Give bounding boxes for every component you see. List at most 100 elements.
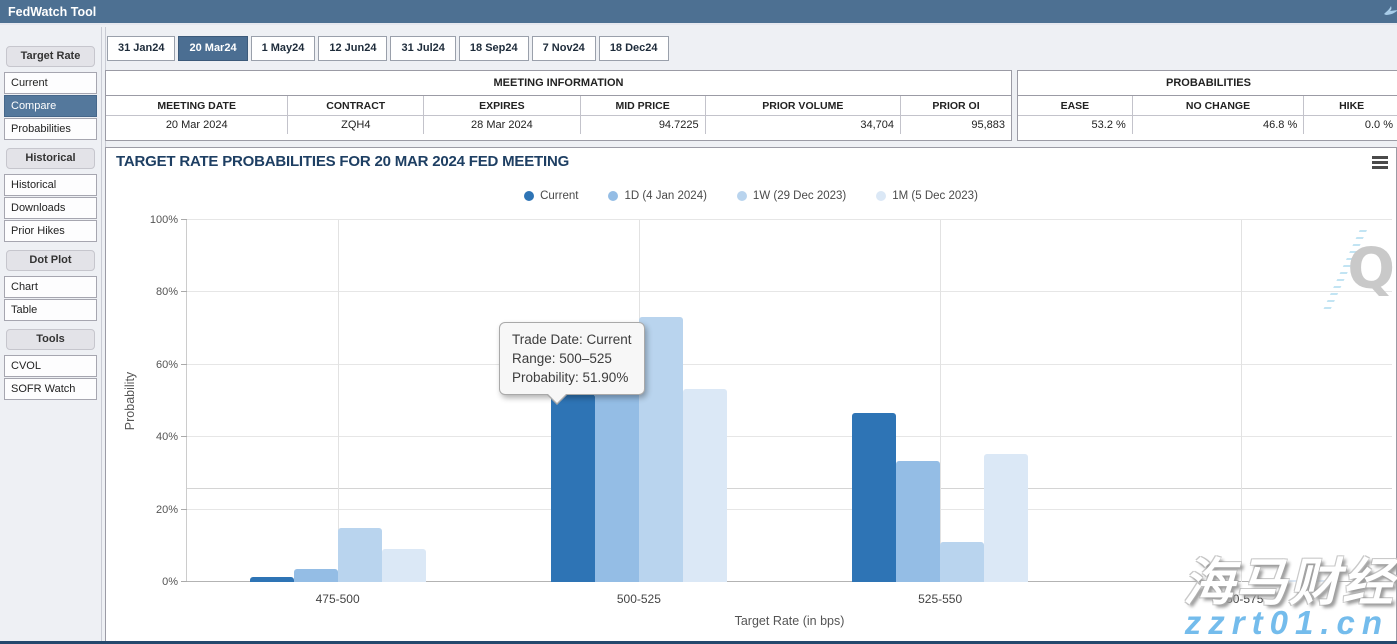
gridline-x-525-550 (940, 220, 941, 582)
x-category-label-500-525: 500-525 (617, 592, 661, 606)
chart-title: TARGET RATE PROBABILITIES FOR 20 MAR 202… (116, 153, 569, 170)
sidebar-item-probabilities[interactable]: Probabilities (4, 118, 97, 140)
y-tick-mark (181, 219, 187, 220)
legend-item-current[interactable]: Current (524, 190, 578, 202)
gridline-y-40 (187, 436, 1392, 437)
site-watermark-url: zzrt01.cn (1185, 604, 1389, 642)
y-tick-label: 60% (156, 359, 178, 371)
gridline-y-80 (187, 291, 1392, 292)
x-category-label-475-500: 475-500 (316, 592, 360, 606)
bar-1m-5-dec-2023-500-525[interactable] (683, 389, 727, 582)
legend-item-1m-5-dec-2023[interactable]: 1M (5 Dec 2023) (876, 190, 978, 202)
sidebar-item-current[interactable]: Current (4, 72, 97, 94)
column-header-hike: HIKE (1304, 96, 1397, 116)
legend-marker-circle (608, 191, 618, 201)
probabilities-panel: PROBABILITIES EASENO CHANGEHIKE 53.2 %46… (1017, 70, 1397, 141)
probabilities-title: PROBABILITIES (1018, 71, 1397, 96)
table-row: 53.2 %46.8 %0.0 % (1018, 116, 1397, 135)
sidebar-item-compare[interactable]: Compare (4, 95, 97, 117)
sidebar: Target Rate CurrentCompareProbabilities Hi… (4, 38, 97, 401)
column-header-expires: EXPIRES (424, 96, 581, 116)
bar-1w-29-dec-2023-500-525[interactable] (639, 317, 683, 582)
title-bar: FedWatch Tool (0, 0, 1397, 25)
bar-current-500-525[interactable] (551, 394, 595, 582)
cell-expires: 28 Mar 2024 (424, 116, 581, 135)
y-tick-mark (181, 364, 187, 365)
tooltip-trade-date: Trade Date: Current (512, 330, 632, 349)
column-header-prior-oi: PRIOR OI (901, 96, 1011, 116)
cell-ease: 53.2 % (1018, 116, 1132, 135)
legend-item-1d-4-jan-2024[interactable]: 1D (4 Jan 2024) (608, 190, 706, 202)
sidebar-item-prior-hikes[interactable]: Prior Hikes (4, 220, 97, 242)
legend-marker-circle (524, 191, 534, 201)
quikstrike-q-letter: Q (1347, 242, 1395, 298)
tab-31-jan24[interactable]: 31 Jan24 (107, 36, 175, 61)
column-header-contract: CONTRACT (288, 96, 424, 116)
cell-prior-volume: 34,704 (705, 116, 900, 135)
y-axis-title: Probability (123, 372, 137, 430)
y-tick-label: 40% (156, 431, 178, 443)
tab-18-dec24[interactable]: 18 Dec24 (599, 36, 669, 61)
x-category-label-525-550: 525-550 (918, 592, 962, 606)
hamburger-menu-icon[interactable] (1372, 156, 1388, 169)
tab-18-sep24[interactable]: 18 Sep24 (459, 36, 529, 61)
gridline-y-100 (187, 219, 1392, 220)
cell-no-change: 46.8 % (1132, 116, 1303, 135)
column-header-ease: EASE (1018, 96, 1132, 116)
legend-marker-circle (876, 191, 886, 201)
meeting-info-panel: MEETING INFORMATION MEETING DATECONTRACT… (105, 70, 1012, 141)
bar-1d-4-jan-2024-475-500[interactable] (294, 569, 338, 582)
tab-12-jun24[interactable]: 12 Jun24 (318, 36, 387, 61)
probabilities-table: EASENO CHANGEHIKE 53.2 %46.8 %0.0 % (1018, 96, 1397, 134)
reference-line (187, 488, 1392, 489)
sidebar-item-table[interactable]: Table (4, 299, 97, 321)
sidebar-item-historical[interactable]: Historical (4, 174, 97, 196)
y-tick-label: 0% (162, 576, 178, 588)
table-row: 20 Mar 2024ZQH428 Mar 202494.722534,7049… (106, 116, 1011, 135)
bar-1w-29-dec-2023-475-500[interactable] (338, 528, 382, 582)
sidebar-item-chart[interactable]: Chart (4, 276, 97, 298)
bar-1m-5-dec-2023-525-550[interactable] (984, 454, 1028, 582)
app-title: FedWatch Tool (0, 5, 96, 19)
tab-7-nov24[interactable]: 7 Nov24 (532, 36, 596, 61)
legend-item-1w-29-dec-2023[interactable]: 1W (29 Dec 2023) (737, 190, 846, 202)
sidebar-section-historical: Historical (6, 148, 95, 169)
meeting-info-title: MEETING INFORMATION (106, 71, 1011, 96)
gridline-y-60 (187, 364, 1392, 365)
column-header-prior-volume: PRIOR VOLUME (705, 96, 900, 116)
bird-icon[interactable] (1382, 3, 1397, 19)
cell-meeting-date: 20 Mar 2024 (106, 116, 288, 135)
y-tick-mark (181, 581, 187, 582)
bar-current-525-550[interactable] (852, 413, 896, 582)
y-tick-label: 100% (150, 214, 178, 226)
sidebar-section-target-rate: Target Rate (6, 46, 95, 67)
legend-label: Current (540, 190, 578, 202)
gridline-y-20 (187, 509, 1392, 510)
tab-20-mar24[interactable]: 20 Mar24 (178, 36, 247, 61)
sidebar-item-sofr-watch[interactable]: SOFR Watch (4, 378, 97, 400)
bar-1m-5-dec-2023-475-500[interactable] (382, 549, 426, 582)
tooltip-probability: Probability: 51.90% (512, 368, 632, 387)
meeting-info-table: MEETING DATECONTRACTEXPIRESMID PRICEPRIO… (106, 96, 1011, 134)
legend-label: 1W (29 Dec 2023) (753, 190, 846, 202)
y-tick-label: 20% (156, 504, 178, 516)
meeting-tabs: 31 Jan2420 Mar241 May2412 Jun2431 Jul241… (107, 36, 672, 61)
chart-tooltip: Trade Date: Current Range: 500–525 Proba… (499, 322, 645, 395)
sidebar-section-dot-plot: Dot Plot (6, 250, 95, 271)
sidebar-item-cvol[interactable]: CVOL (4, 355, 97, 377)
sidebar-item-downloads[interactable]: Downloads (4, 197, 97, 219)
legend-label: 1D (4 Jan 2024) (624, 190, 706, 202)
chart-legend: Current 1D (4 Jan 2024) 1W (29 Dec 2023) 1M… (106, 190, 1396, 202)
column-header-mid-price: MID PRICE (580, 96, 705, 116)
chart-header: TARGET RATE PROBABILITIES FOR 20 MAR 202… (116, 153, 1388, 175)
bar-current-475-500[interactable] (250, 577, 294, 582)
bar-1d-4-jan-2024-525-550[interactable] (896, 461, 940, 582)
y-tick-mark (181, 291, 187, 292)
bar-1w-29-dec-2023-525-550[interactable] (940, 542, 984, 582)
tab-31-jul24[interactable]: 31 Jul24 (390, 36, 455, 61)
y-tick-label: 80% (156, 286, 178, 298)
tab-1-may24[interactable]: 1 May24 (251, 36, 316, 61)
column-header-no-change: NO CHANGE (1132, 96, 1303, 116)
cell-hike: 0.0 % (1304, 116, 1397, 135)
cell-contract: ZQH4 (288, 116, 424, 135)
